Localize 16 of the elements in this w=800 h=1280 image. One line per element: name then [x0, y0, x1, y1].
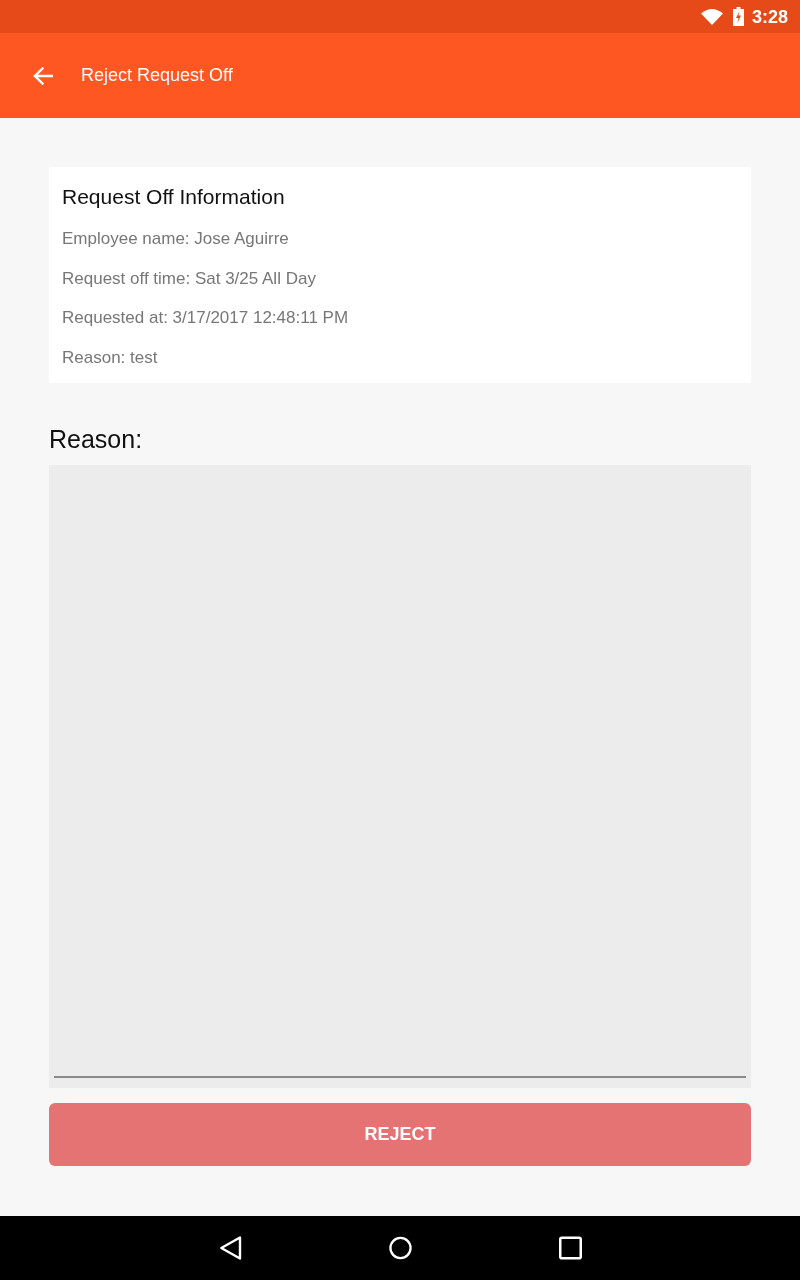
status-time: 3:28 [751, 5, 788, 28]
reason-input-field[interactable] [49, 465, 751, 1088]
battery-charging-icon [732, 7, 744, 26]
wifi-icon [700, 8, 723, 25]
info-line: Requested at: 3/17/2017 12:48:11 PM [62, 307, 349, 329]
home-circle-icon[interactable] [388, 1236, 412, 1260]
info-line: Request off time: Sat 3/25 All Day [62, 267, 316, 290]
back-triangle-icon[interactable] [218, 1236, 242, 1260]
card-title: Request Off Information [62, 184, 285, 210]
reason-label: Reason: [49, 424, 143, 455]
recents-square-icon[interactable] [558, 1236, 582, 1260]
screen-title: Reject Request Off [81, 65, 233, 86]
info-line: Employee name: Jose Aguirre [62, 228, 289, 250]
info-line: Reason: test [62, 346, 158, 369]
reject-button[interactable]: REJECT [49, 1103, 751, 1166]
back-arrow-icon[interactable] [33, 66, 53, 85]
